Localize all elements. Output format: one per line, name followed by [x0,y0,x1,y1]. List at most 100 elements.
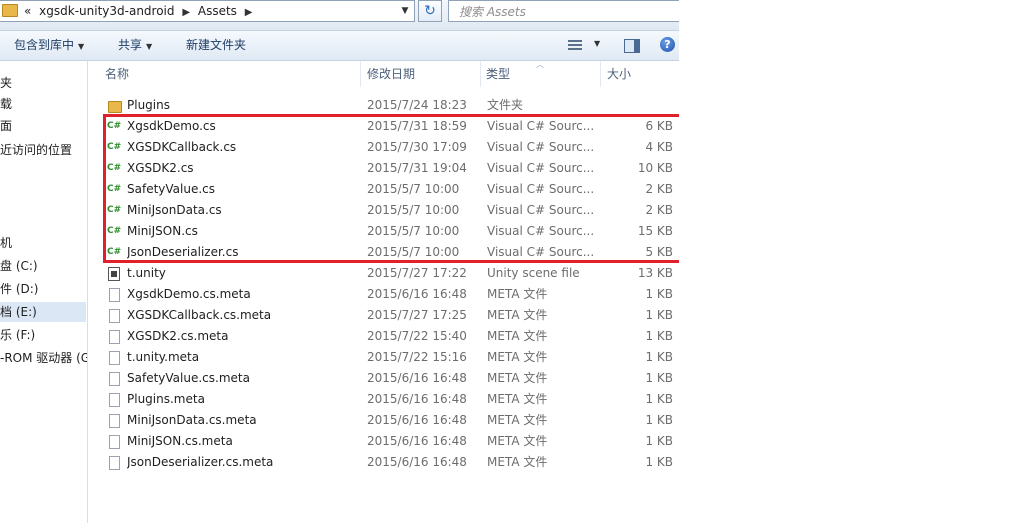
meta-file-icon [109,393,120,407]
file-row[interactable]: XGSDK2.cs.meta 2015/7/22 15:40 META 文件 1 KB [101,326,679,347]
column-header-type[interactable]: 类型 [486,61,510,87]
nav-item-drive-c[interactable]: 盘 (C:) [0,256,38,276]
meta-file-icon [109,288,120,302]
nav-item-drive-g[interactable]: -ROM 驱动器 (G [0,348,87,368]
column-divider[interactable] [600,61,601,87]
file-size: 1 KB [645,413,673,427]
column-divider[interactable] [480,61,481,87]
file-type: META 文件 [487,287,548,301]
file-row[interactable]: JsonDeserializer.cs.meta 2015/6/16 16:48 M… [101,452,679,473]
file-date: 2015/6/16 16:48 [367,392,467,406]
folder-icon [108,101,122,113]
breadcrumb-item-assets[interactable]: Assets [198,4,237,18]
file-type: META 文件 [487,413,548,427]
view-options-icon[interactable] [568,40,582,51]
file-type: META 文件 [487,434,548,448]
nav-item-desktop[interactable]: 面 [0,116,12,136]
file-size: 1 KB [645,329,673,343]
nav-item-favorites[interactable]: 夹 [0,73,12,93]
red-highlight-box [103,114,679,263]
file-row[interactable]: Plugins.meta 2015/6/16 16:48 META 文件 1 KB [101,389,679,410]
file-name: XgsdkDemo.cs.meta [127,287,251,301]
file-size: 1 KB [645,308,673,322]
file-type: META 文件 [487,392,548,406]
file-size: 1 KB [645,392,673,406]
nav-item-drive-d[interactable]: 件 (D:) [0,279,38,299]
nav-item-recent-places[interactable]: 近访问的位置 [0,140,72,160]
file-name: SafetyValue.cs.meta [127,371,250,385]
file-type: 文件夹 [487,98,524,112]
address-row: « xgsdk-unity3d-android ▶ Assets ▶ ▼ ↻ 搜… [0,0,679,31]
folder-icon [2,4,18,17]
include-in-library-label: 包含到库中 [14,38,75,52]
file-row[interactable]: t.unity 2015/7/27 17:22 Unity scene file 13… [101,263,679,284]
overflow-chevron-icon[interactable]: « [24,4,31,18]
preview-pane-icon[interactable] [624,39,640,53]
file-date: 2015/6/16 16:48 [367,371,467,385]
navigation-pane: 夹 载 面 近访问的位置 机 盘 (C:) 件 (D:) 档 (E:) 乐 (F… [0,61,88,523]
search-input[interactable]: 搜索 Assets [448,0,679,22]
meta-file-icon [109,456,120,470]
new-folder-label: 新建文件夹 [186,38,247,52]
nav-item-drive-e[interactable]: 档 (E:) [0,302,86,322]
file-date: 2015/7/27 17:25 [367,308,467,322]
new-folder-button[interactable]: 新建文件夹 [186,31,246,60]
address-bar[interactable]: « xgsdk-unity3d-android ▶ Assets ▶ ▼ [0,0,415,22]
search-placeholder: 搜索 Assets [459,5,526,19]
share-button[interactable]: 共享 ▼ [118,31,152,60]
column-header-size[interactable]: 大小 [607,61,631,87]
column-header-date[interactable]: 修改日期 [367,61,415,87]
file-row[interactable]: XgsdkDemo.cs.meta 2015/6/16 16:48 META 文件 1… [101,284,679,305]
file-type: META 文件 [487,371,548,385]
meta-file-icon [109,414,120,428]
file-row[interactable]: MiniJsonData.cs.meta 2015/6/16 16:48 META … [101,410,679,431]
breadcrumb-item-project[interactable]: xgsdk-unity3d-android [39,4,174,18]
file-row[interactable]: t.unity.meta 2015/7/22 15:16 META 文件 1 KB [101,347,679,368]
include-in-library-button[interactable]: 包含到库中 ▼ [14,31,84,60]
file-date: 2015/6/16 16:48 [367,434,467,448]
meta-file-icon [109,330,120,344]
file-name: t.unity.meta [127,350,200,364]
file-name: Plugins [127,98,170,112]
meta-file-icon [109,309,120,323]
nav-item-computer[interactable]: 机 [0,233,12,253]
file-date: 2015/7/27 17:22 [367,266,467,280]
explorer-window: « xgsdk-unity3d-android ▶ Assets ▶ ▼ ↻ 搜… [0,0,679,523]
file-name: JsonDeserializer.cs.meta [127,455,274,469]
column-divider[interactable] [360,61,361,87]
file-date: 2015/7/22 15:16 [367,350,467,364]
address-history-dropdown-icon[interactable]: ▼ [397,1,413,21]
share-label: 共享 [118,38,143,52]
file-size: 1 KB [645,434,673,448]
meta-file-icon [109,351,120,365]
chevron-right-icon[interactable]: ▶ [182,7,190,18]
file-name: XGSDK2.cs.meta [127,329,229,343]
file-size: 1 KB [645,455,673,469]
nav-item-drive-f[interactable]: 乐 (F:) [0,325,35,345]
refresh-icon[interactable]: ↻ [418,0,442,22]
file-name: t.unity [127,266,166,280]
file-row[interactable]: MiniJSON.cs.meta 2015/6/16 16:48 META 文件 1 … [101,431,679,452]
file-date: 2015/6/16 16:48 [367,413,467,427]
file-type: META 文件 [487,308,548,322]
file-row[interactable]: Plugins 2015/7/24 18:23 文件夹 [101,95,679,116]
unity-scene-icon [108,267,120,281]
nav-item-downloads[interactable]: 载 [0,94,12,114]
file-type: META 文件 [487,350,548,364]
file-type: META 文件 [487,329,548,343]
chevron-down-icon[interactable]: ▼ [594,39,600,48]
file-name: XGSDKCallback.cs.meta [127,308,272,322]
column-header-name[interactable]: 名称 [105,61,129,87]
chevron-down-icon: ▼ [78,42,85,51]
breadcrumb: « xgsdk-unity3d-android ▶ Assets ▶ [24,2,256,20]
chevron-right-icon[interactable]: ▶ [245,7,253,18]
file-row[interactable]: SafetyValue.cs.meta 2015/6/16 16:48 META 文… [101,368,679,389]
file-row[interactable]: XGSDKCallback.cs.meta 2015/7/27 17:25 META… [101,305,679,326]
file-size: 1 KB [645,287,673,301]
file-name: Plugins.meta [127,392,205,406]
file-date: 2015/7/24 18:23 [367,98,467,112]
meta-file-icon [109,435,120,449]
file-date: 2015/6/16 16:48 [367,455,467,469]
help-icon[interactable]: ? [660,37,675,52]
file-name: MiniJSON.cs.meta [127,434,233,448]
